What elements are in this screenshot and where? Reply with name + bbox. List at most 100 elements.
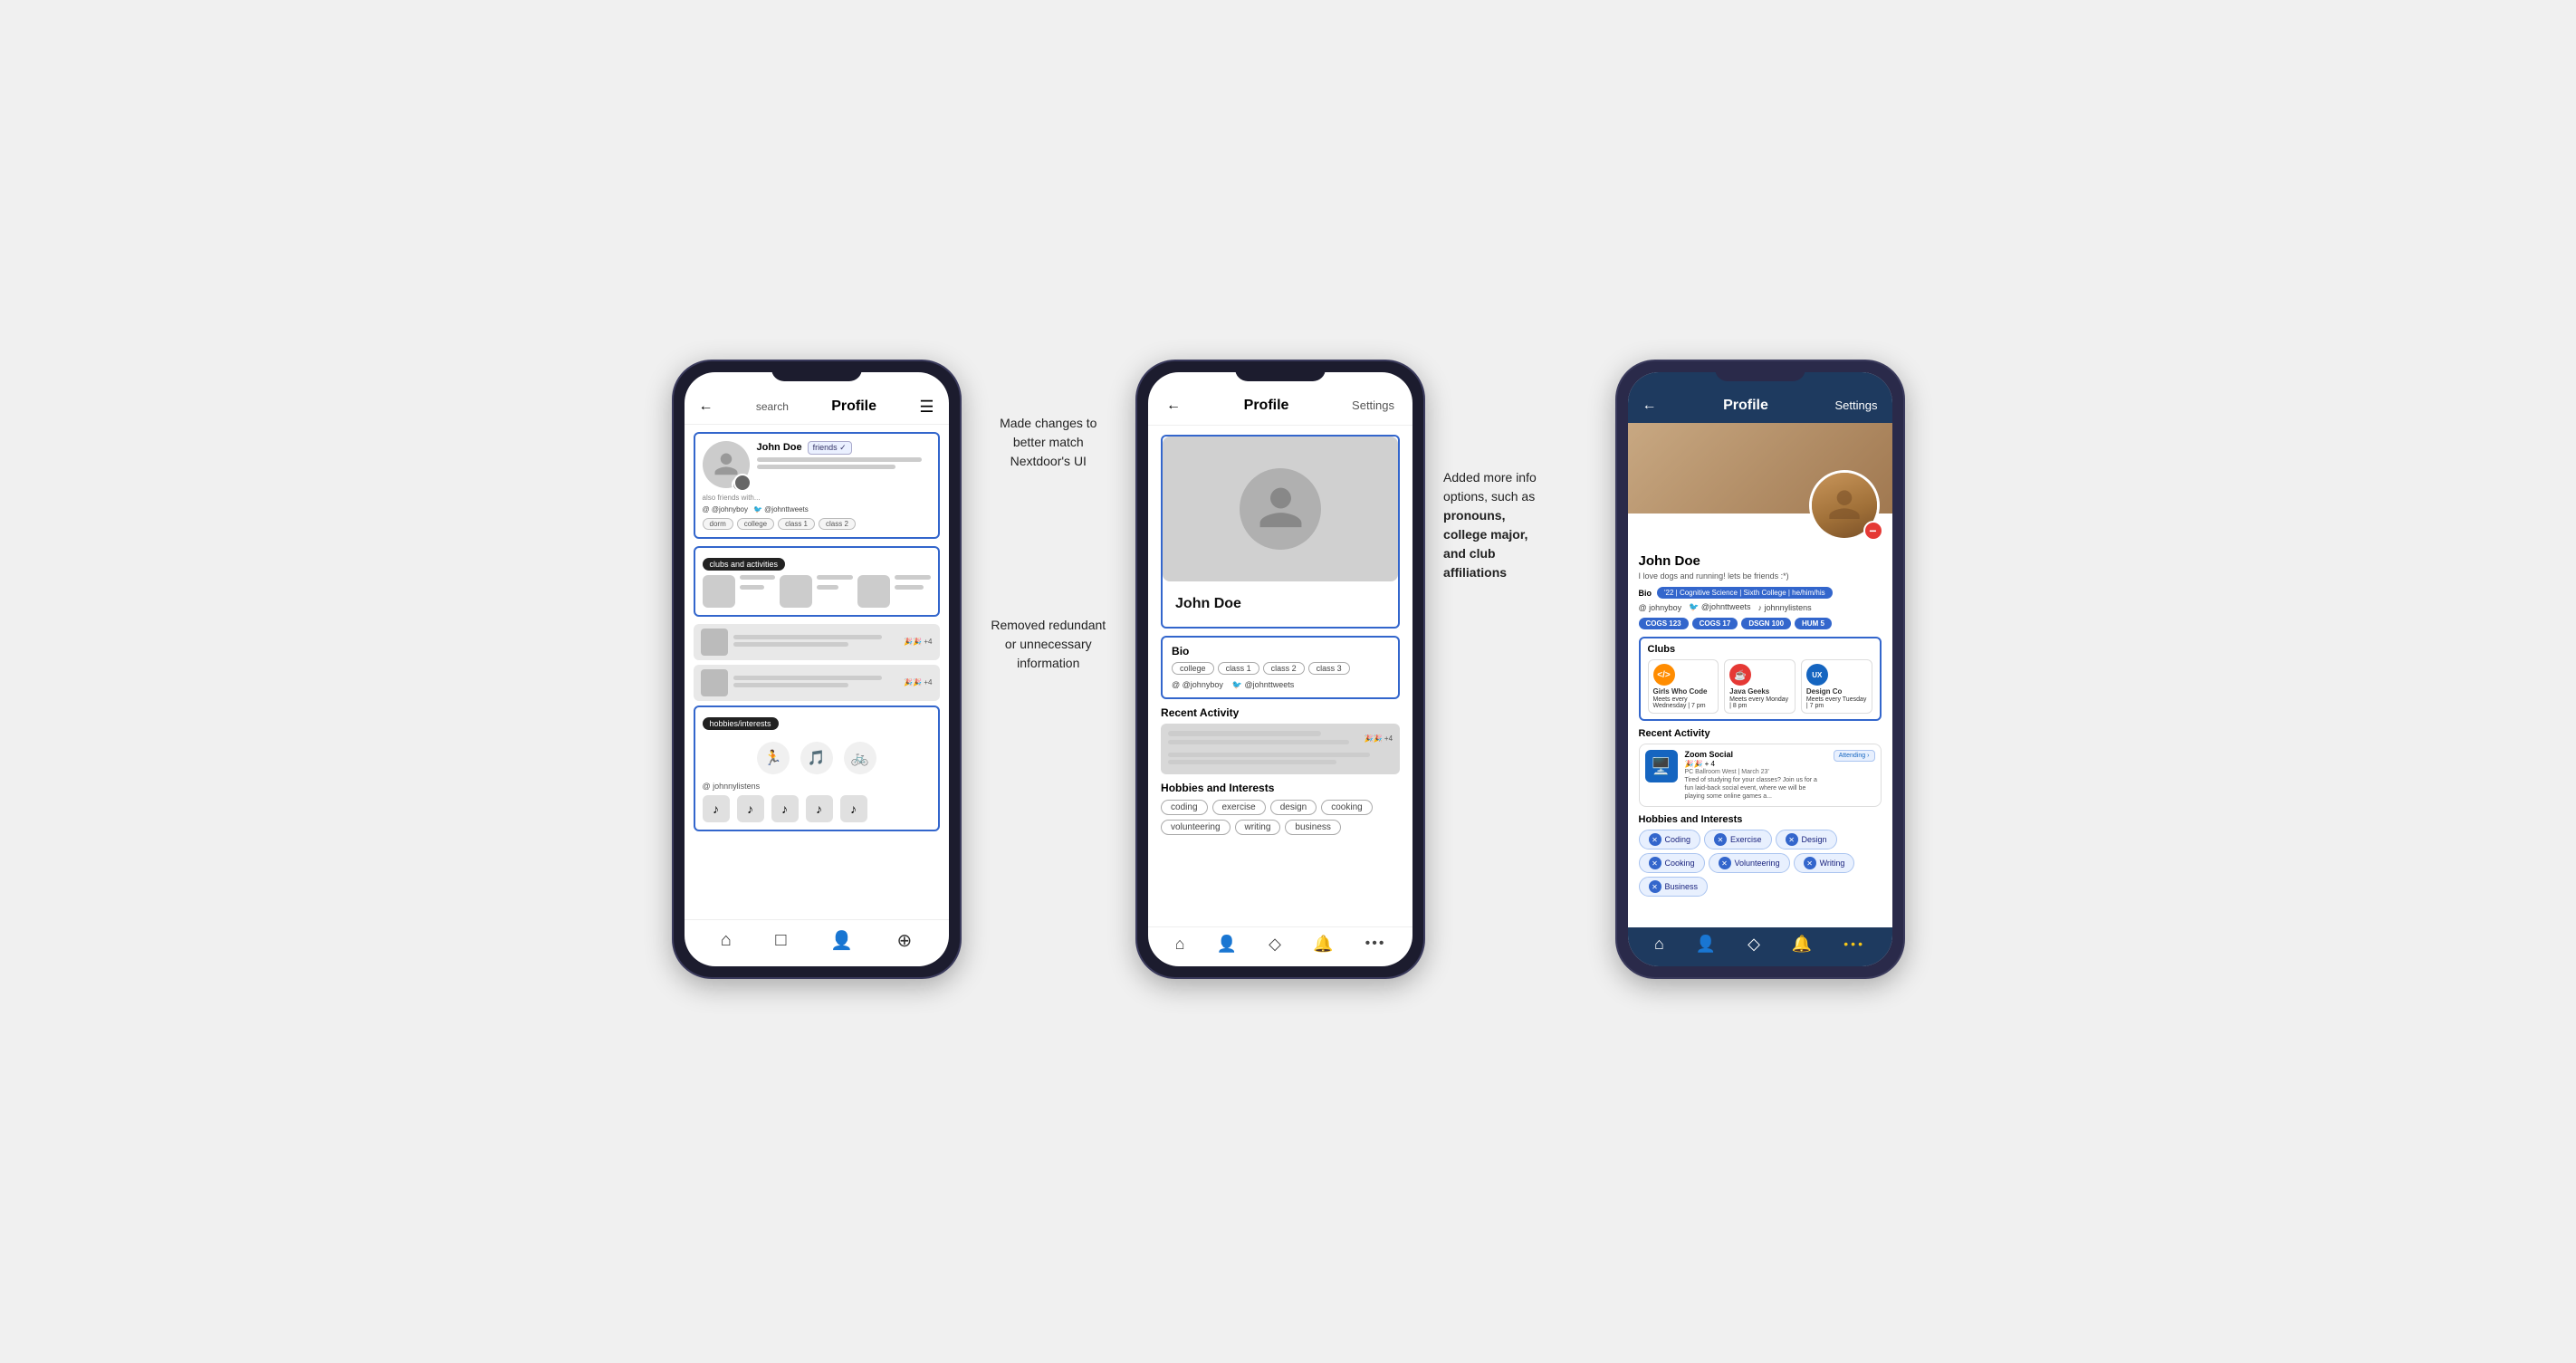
phone1-hobbies-icons: 🏃 🎵 🚲 [703, 742, 931, 774]
phone1-nav-globe[interactable]: ⊕ [896, 929, 912, 952]
phone3-club-java[interactable]: ☕ Java Geeks Meets every Monday | 8 pm [1724, 659, 1796, 714]
phone2-hobby-coding[interactable]: coding [1161, 800, 1207, 815]
phone2-bio-social: @ @johnyboy 🐦 @johnttweets [1172, 680, 1389, 690]
phone3-club-ux[interactable]: UX Design Co Meets every Tuesday | 7 pm [1801, 659, 1872, 714]
phone3-course-cogs17[interactable]: COGS 17 [1692, 618, 1738, 629]
phone3-nav-dots[interactable]: ••• [1843, 936, 1865, 951]
phone1-back[interactable]: ← [699, 398, 713, 415]
phone3-hobby-cooking[interactable]: ✕ Cooking [1639, 853, 1705, 873]
phone1-instagram[interactable]: @ @johnyboy [703, 505, 749, 514]
phone3-activity-card: 🖥️ Zoom Social 🎉🎉 + 4 PC Ballroom West |… [1639, 744, 1882, 807]
phone3-activity-desc: Tired of studying for your classes? Join… [1685, 776, 1826, 801]
phone3-nav-profile[interactable]: 👤 [1696, 935, 1716, 954]
phone3-settings[interactable]: Settings [1835, 398, 1878, 412]
phone1-screen: ← search Profile ☰ − [685, 372, 949, 966]
phone3-recent-section: Recent Activity 🖥️ Zoom Social 🎉🎉 + 4 PC… [1639, 728, 1882, 807]
phone1-act2-lines [733, 676, 899, 690]
phone3-hobby-writing-x[interactable]: ✕ [1804, 857, 1816, 869]
phone3-hobby-volunteering-x[interactable]: ✕ [1719, 857, 1731, 869]
phone3-hobby-coding-x[interactable]: ✕ [1649, 833, 1661, 846]
annotation-info-options: Added more info options, such as pronoun… [1443, 468, 1537, 582]
phone2-twitter[interactable]: 🐦 @johnttweets [1232, 680, 1294, 690]
phone3-hobby-business[interactable]: ✕ Business [1639, 877, 1709, 897]
phone1-nav-home[interactable]: ⌂ [721, 930, 732, 951]
phone3-hobby-cooking-x[interactable]: ✕ [1649, 857, 1661, 869]
phone3-clubs-label: Clubs [1648, 644, 1872, 655]
phone1-clubs-box: clubs and activities [694, 546, 940, 617]
phone3-course-dsgn100[interactable]: DSGN 100 [1741, 618, 1791, 629]
phone1-music3: ♪ [771, 795, 799, 822]
phone2-avatar [1240, 468, 1321, 550]
phone1-nav-chat[interactable]: □ [775, 930, 786, 951]
phone3-hobby-design[interactable]: ✕ Design [1776, 830, 1837, 849]
phone3-name: John Doe [1639, 553, 1882, 569]
phone2-hobby-volunteering[interactable]: volunteering [1161, 820, 1230, 835]
phone2-bio-tag-class1[interactable]: class 1 [1218, 662, 1259, 675]
phone2-nav-home[interactable]: ⌂ [1175, 935, 1185, 954]
phone3-nav-bell[interactable]: 🔔 [1792, 935, 1812, 954]
phone2-recent-item: 🎉🎉 +4 [1161, 724, 1400, 774]
phone1-nav-profile[interactable]: 👤 [830, 929, 853, 952]
phone2-bio-tags: college class 1 class 2 class 3 [1172, 662, 1389, 675]
phone2-hobby-exercise[interactable]: exercise [1212, 800, 1266, 815]
phone3-twitter[interactable]: 🐦 @johnttweets [1689, 602, 1750, 612]
phone2-nav-bell[interactable]: 🔔 [1313, 935, 1333, 954]
phone2-bio-tag-class2[interactable]: class 2 [1263, 662, 1305, 675]
phone3-hobby-business-x[interactable]: ✕ [1649, 880, 1661, 893]
phone3-course-hum5[interactable]: HUM 5 [1795, 618, 1832, 629]
phone3-instagram[interactable]: @ johnyboy [1639, 603, 1682, 612]
phone2-photo-box: John Doe [1161, 435, 1400, 629]
phone3-hobby-writing[interactable]: ✕ Writing [1794, 853, 1855, 873]
phone2-hobby-writing[interactable]: writing [1235, 820, 1281, 835]
phone3-activity-info: Zoom Social 🎉🎉 + 4 PC Ballroom West | Ma… [1685, 750, 1826, 801]
phone3-hobby-design-x[interactable]: ✕ [1786, 833, 1798, 846]
phone2-back[interactable]: ← [1166, 398, 1181, 414]
phone3-hobbies-tags: ✕ Coding ✕ Exercise ✕ Design [1639, 830, 1882, 897]
phone3-back[interactable]: ← [1642, 398, 1657, 414]
phone1-search[interactable]: search [756, 400, 789, 413]
phone1-menu[interactable]: ☰ [919, 398, 934, 417]
phone2-bio-section: Bio college class 1 class 2 class 3 @ @j… [1161, 636, 1400, 699]
phone3-nav-home[interactable]: ⌂ [1654, 935, 1664, 954]
phone2-nav-profile[interactable]: 👤 [1217, 935, 1237, 954]
phone3-hobby-coding[interactable]: ✕ Coding [1639, 830, 1701, 849]
phone2-bio-tag-class3[interactable]: class 3 [1308, 662, 1350, 675]
phone1-twitter[interactable]: 🐦 @johnttweets [753, 505, 809, 514]
phone2-settings[interactable]: Settings [1352, 398, 1394, 412]
phone3-club-gwc[interactable]: </> Girls Who Code Meets every Wednesday… [1648, 659, 1719, 714]
annotations-middle: Made changes to better match Nextdoor's … [980, 360, 1118, 673]
phone1-music-row: ♪ ♪ ♪ ♪ ♪ [703, 795, 931, 822]
phone2-bio-label: Bio [1172, 645, 1389, 658]
phone3-course-cogs123[interactable]: COGS 123 [1639, 618, 1689, 629]
phone3-hobby-volunteering[interactable]: ✕ Volunteering [1709, 853, 1790, 873]
phone1-tag-class1[interactable]: class 1 [778, 518, 815, 530]
phone3-hobby-exercise-x[interactable]: ✕ [1714, 833, 1727, 846]
phone3-club-java-meet: Meets every Monday | 8 pm [1729, 696, 1790, 709]
phone2-hobby-design[interactable]: design [1270, 800, 1317, 815]
phone2-hobby-business[interactable]: business [1285, 820, 1340, 835]
phone1-tag-class2[interactable]: class 2 [819, 518, 856, 530]
phone1-spotify: @ johnnylistens [703, 782, 931, 791]
phone3-nav-tag[interactable]: ◇ [1748, 935, 1760, 954]
phone3-banner: − [1628, 423, 1892, 514]
phone2-nav-dots[interactable]: ••• [1365, 936, 1386, 952]
phone1-hobby2: 🎵 [800, 742, 833, 774]
phone2-hobby-cooking[interactable]: cooking [1321, 800, 1372, 815]
phone2-bio-tag-college[interactable]: college [1172, 662, 1214, 675]
main-canvas: ← search Profile ☰ − [645, 341, 1932, 1022]
phone1-tag-college[interactable]: college [737, 518, 774, 530]
phone3-bio-row: Bio '22 | Cognitive Science | Sixth Coll… [1639, 587, 1882, 599]
phone1-friend-badge: friends ✓ [808, 441, 852, 455]
phone3-club-java-icon: ☕ [1729, 664, 1751, 686]
phone3-spotify[interactable]: ♪ johnnylistens [1758, 603, 1812, 612]
phone1-tag-dorm[interactable]: dorm [703, 518, 733, 530]
phone2-nav-tag[interactable]: ◇ [1269, 935, 1281, 954]
phone3-minus-badge[interactable]: − [1863, 521, 1883, 541]
annotation-ui-changes: Made changes to better match Nextdoor's … [1000, 414, 1096, 471]
phone1-profile-box: − John Doe friends ✓ [694, 432, 940, 539]
phone1-music2: ♪ [737, 795, 764, 822]
phone2-instagram[interactable]: @ @johnyboy [1172, 680, 1223, 690]
phone3-hobby-exercise[interactable]: ✕ Exercise [1704, 830, 1772, 849]
phone3-clubs-section: Clubs </> Girls Who Code Meets every Wed… [1639, 637, 1882, 721]
ann3-affiliations: affiliations [1443, 565, 1507, 580]
